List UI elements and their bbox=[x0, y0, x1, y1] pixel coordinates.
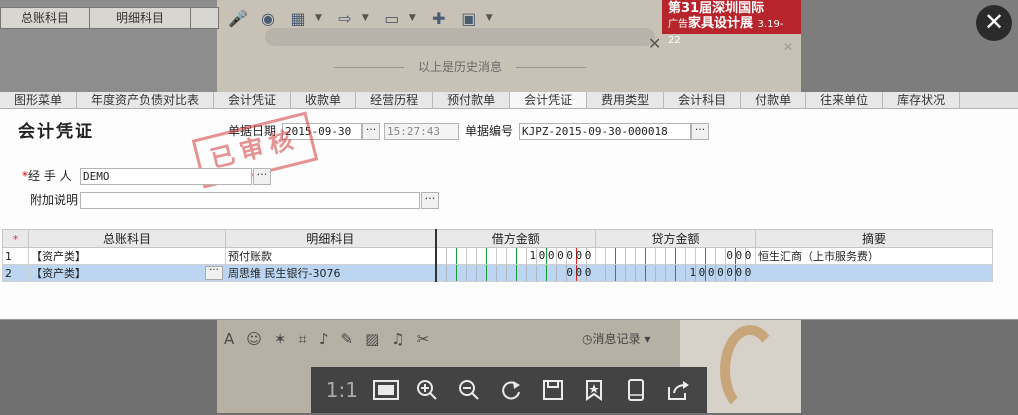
tab-item[interactable]: 图形菜单 bbox=[0, 92, 78, 108]
handler-field[interactable]: DEMO bbox=[80, 168, 252, 185]
time-field[interactable]: 15:27:43 bbox=[384, 123, 459, 140]
handler-lookup-button[interactable]: ··· bbox=[253, 168, 271, 185]
ad-line2: 广告家具设计展 3.19-22 bbox=[668, 16, 795, 48]
background-column-header: 总账科目 明细科目 bbox=[0, 7, 219, 29]
fit-screen-icon[interactable] bbox=[371, 375, 401, 405]
tab-item[interactable]: 收款单 bbox=[291, 92, 357, 108]
page-title: 会计凭证 bbox=[18, 122, 94, 142]
rotate-icon[interactable] bbox=[496, 375, 526, 405]
row-number: 2 bbox=[2, 264, 29, 282]
handler-label: *经 手 人 bbox=[22, 168, 72, 184]
credit-cell[interactable]: 1000000 bbox=[595, 264, 756, 282]
message-record-button[interactable]: ◷消息记录 ▾ bbox=[582, 330, 650, 347]
detail-account-cell[interactable]: 周思维 民生银行-3076 bbox=[225, 264, 436, 282]
general-account-cell[interactable]: 【资产类】 bbox=[28, 247, 226, 265]
voucher-number-lookup-button[interactable]: ··· bbox=[691, 123, 709, 140]
account-lookup-button[interactable]: ··· bbox=[205, 266, 223, 280]
col-general-account: 总账科目 bbox=[1, 8, 90, 28]
zoom-in-icon[interactable] bbox=[412, 375, 442, 405]
tab-item[interactable]: 预付款单 bbox=[433, 92, 511, 108]
col-header-credit[interactable]: 贷方金额 bbox=[595, 229, 756, 248]
music-icon[interactable]: ♫ bbox=[391, 330, 404, 348]
credit-value: 1000000 bbox=[689, 266, 754, 279]
table-header-row: * 总账科目 明细科目 借方金额 贷方金额 摘要 bbox=[2, 229, 993, 248]
chevron-down-icon[interactable]: ▼ bbox=[315, 13, 322, 23]
chat-bubble-placeholder bbox=[265, 28, 655, 46]
note-lookup-button[interactable]: ··· bbox=[421, 192, 439, 209]
history-note: 以上是历史消息 bbox=[300, 58, 620, 75]
send-to-phone-icon[interactable] bbox=[621, 375, 651, 405]
detail-account-cell[interactable]: 预付账款 bbox=[225, 247, 436, 265]
tab-item[interactable]: 会计科目 bbox=[664, 92, 742, 108]
message-record-label: 消息记录 bbox=[592, 332, 641, 346]
share-icon[interactable] bbox=[663, 375, 693, 405]
debit-cell[interactable]: 000 bbox=[434, 264, 596, 282]
tab-item[interactable]: 费用类型 bbox=[587, 92, 665, 108]
memo-cell[interactable] bbox=[755, 264, 993, 282]
chevron-down-icon[interactable]: ▼ bbox=[409, 13, 416, 23]
image-viewer-toolbar: 1:1 bbox=[311, 367, 707, 413]
edit-icon[interactable]: ✎ bbox=[341, 330, 354, 348]
chevron-down-icon[interactable]: ▼ bbox=[362, 13, 369, 23]
debit-cell[interactable]: 1000000 bbox=[434, 247, 596, 265]
save-icon[interactable] bbox=[538, 375, 568, 405]
voice-icon[interactable]: ♪ bbox=[319, 330, 329, 348]
image-icon[interactable]: ▨ bbox=[365, 330, 379, 348]
col-header-marker: * bbox=[2, 229, 29, 248]
general-account-cell[interactable]: 【资产类】 ··· bbox=[28, 264, 226, 282]
col-header-debit[interactable]: 借方金额 bbox=[434, 229, 596, 248]
advertisement-banner[interactable]: 第31届深圳国际 广告家具设计展 3.19-22 bbox=[662, 0, 801, 46]
voucher-entries-table: * 总账科目 明细科目 借方金额 贷方金额 摘要 1 【资产类】 预付账款 10… bbox=[2, 229, 993, 282]
screenshot-icon[interactable]: ⌗ bbox=[298, 330, 306, 348]
actual-size-button[interactable]: 1:1 bbox=[325, 378, 359, 402]
note-field[interactable] bbox=[80, 192, 420, 209]
ad-line1: 第31届深圳国际 bbox=[668, 1, 765, 16]
credit-cell[interactable]: 000 bbox=[595, 247, 756, 265]
voucher-number-field[interactable]: KJPZ-2015-09-30-000018 bbox=[519, 123, 691, 140]
favorite-icon[interactable] bbox=[579, 375, 609, 405]
debit-value: 000 bbox=[566, 266, 594, 279]
ad-prefix: 广告 bbox=[668, 19, 688, 30]
close-icon[interactable]: ✕ bbox=[648, 34, 661, 53]
tab-item[interactable]: 会计凭证 bbox=[214, 92, 292, 108]
note-label: 附加说明 bbox=[30, 193, 79, 207]
date-picker-button[interactable]: ··· bbox=[362, 123, 380, 140]
emoji-icon[interactable]: ☺ bbox=[246, 330, 262, 348]
col-header-memo[interactable]: 摘要 bbox=[755, 229, 993, 248]
font-icon[interactable]: A bbox=[224, 330, 234, 348]
tab-item[interactable]: 年度资产负债对比表 bbox=[77, 92, 215, 108]
nudge-icon[interactable]: ✶ bbox=[274, 330, 287, 348]
debit-value: 1000000 bbox=[529, 249, 594, 262]
zoom-out-icon[interactable] bbox=[454, 375, 484, 405]
row-number: 1 bbox=[2, 247, 29, 265]
module-tab-bar: 图形菜单 年度资产负债对比表 会计凭证 收款单 经营历程 预付款单 会计凭证 费用类型 会计科目… bbox=[0, 92, 1018, 109]
number-label: 单据编号 bbox=[465, 124, 514, 138]
tab-item[interactable]: 库存状况 bbox=[883, 92, 961, 108]
credit-value: 000 bbox=[726, 249, 754, 262]
ad-title: 家具设计展 bbox=[688, 16, 754, 31]
handler-label-text: 经 手 人 bbox=[28, 169, 72, 183]
col-header-general-account[interactable]: 总账科目 bbox=[28, 229, 226, 248]
viewer-close-button[interactable]: ✕ bbox=[976, 5, 1012, 41]
microphone-icon[interactable]: 🎤 bbox=[225, 5, 251, 31]
memo-cell[interactable]: 恒生汇商（上市服务费） bbox=[755, 247, 993, 265]
voucher-panel bbox=[0, 109, 1018, 320]
general-account-value: 【资产类】 bbox=[31, 267, 86, 280]
col-detail-account: 明细科目 bbox=[90, 8, 191, 28]
tab-item[interactable]: 付款单 bbox=[741, 92, 807, 108]
headphone-band bbox=[720, 325, 780, 415]
tab-item[interactable]: 往来单位 bbox=[806, 92, 884, 108]
col-header-detail-account[interactable]: 明细科目 bbox=[225, 229, 436, 248]
table-row[interactable]: 1 【资产类】 预付账款 1000000 000 恒生汇商（上市服务费） bbox=[2, 247, 993, 265]
clock-icon: ◷ bbox=[582, 332, 593, 346]
table-row[interactable]: 2 【资产类】 ··· 周思维 民生银行-3076 000 1000000 bbox=[2, 264, 993, 282]
tab-item[interactable]: 会计凭证 bbox=[510, 92, 588, 108]
tab-item[interactable]: 经营历程 bbox=[356, 92, 434, 108]
chevron-down-icon[interactable]: ▼ bbox=[486, 13, 493, 23]
scissors-icon[interactable]: ✂ bbox=[417, 330, 430, 348]
